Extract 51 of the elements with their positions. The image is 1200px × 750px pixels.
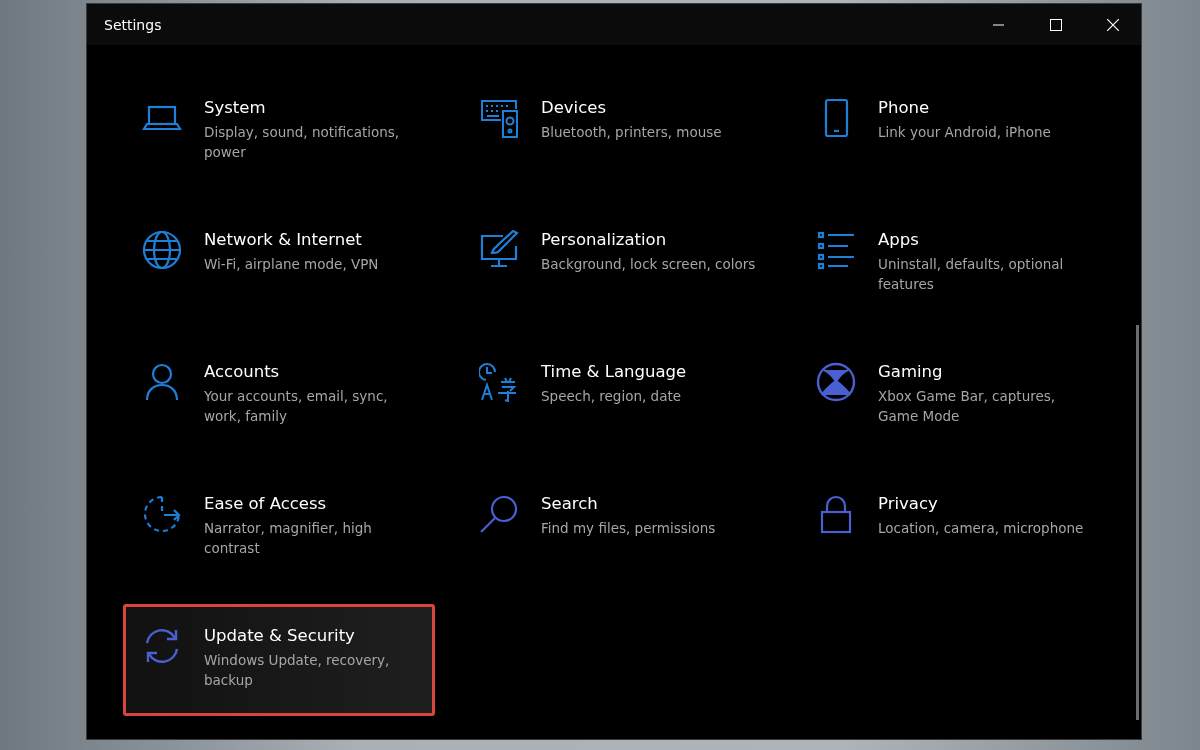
settings-category-tile[interactable]: Apps Uninstall, defaults, optional features [797,208,1109,320]
category-title: Search [541,493,599,515]
category-description: Narrator, magnifier, high contrast [204,519,373,558]
clock-letters-icon [479,362,519,402]
category-description: Bluetooth, printers, mouse [541,123,723,142]
category-description: Find my files, permissions [541,519,717,538]
dashed-circle-arrow-icon [142,494,182,534]
category-title: Update & Security [204,625,356,647]
settings-category-tile[interactable]: Accounts Your accounts, email, sync, work, family [123,340,435,452]
category-description: Speech, region, date [541,387,683,406]
settings-category-tile[interactable]: Gaming Xbox Game Bar, captures, Game Mode [797,340,1109,452]
category-title: Time & Language [541,361,688,383]
category-description: Wi-Fi, airplane mode, VPN [204,255,380,274]
keyboard-speaker-icon [479,98,519,138]
category-title: Privacy [878,493,939,515]
close-icon [1106,18,1119,31]
settings-category-tile[interactable]: Ease of Access Narrator, magnifier, high contrast [123,472,435,584]
category-title: Phone [878,97,931,119]
settings-category-tile[interactable]: System Display, sound, notifications, power [123,76,435,188]
monitor-brush-icon [479,230,519,270]
category-description: Display, sound, notifications, power [204,123,401,162]
settings-category-tile[interactable]: Devices Bluetooth, printers, mouse [460,76,772,188]
minimize-icon [993,23,1004,26]
list-icon [816,230,856,270]
scrollbar[interactable] [1136,325,1139,720]
category-title: Apps [878,229,920,251]
settings-category-tile[interactable]: Privacy Location, camera, microphone [797,472,1109,584]
category-title: Devices [541,97,608,119]
settings-category-tile[interactable]: Network & Internet Wi-Fi, airplane mode, VPN [123,208,435,320]
globe-icon [142,230,182,270]
search-icon [479,494,519,534]
category-title: Personalization [541,229,668,251]
category-description: Link your Android, iPhone [878,123,1052,142]
settings-category-tile[interactable]: Personalization Background, lock screen, colors [460,208,772,320]
category-title: Network & Internet [204,229,363,251]
category-title: Gaming [878,361,944,383]
category-title: Accounts [204,361,281,383]
category-title: System [204,97,267,119]
category-title: Ease of Access [204,493,328,515]
category-description: Uninstall, defaults, optional features [878,255,1065,294]
category-description: Xbox Game Bar, captures, Game Mode [878,387,1057,426]
category-description: Your accounts, email, sync, work, family [204,387,389,426]
settings-category-tile[interactable]: Update & Security Windows Update, recovery, backup [123,604,435,716]
settings-category-tile[interactable]: Search Find my files, permissions [460,472,772,584]
category-description: Windows Update, recovery, backup [204,651,391,690]
maximize-icon [1049,18,1062,31]
settings-category-tile[interactable]: Time & Language Speech, region, date [460,340,772,452]
settings-category-tile[interactable]: Phone Link your Android, iPhone [797,76,1109,188]
category-description: Location, camera, microphone [878,519,1085,538]
window-title: Settings [103,16,163,33]
category-description: Background, lock screen, colors [541,255,756,274]
